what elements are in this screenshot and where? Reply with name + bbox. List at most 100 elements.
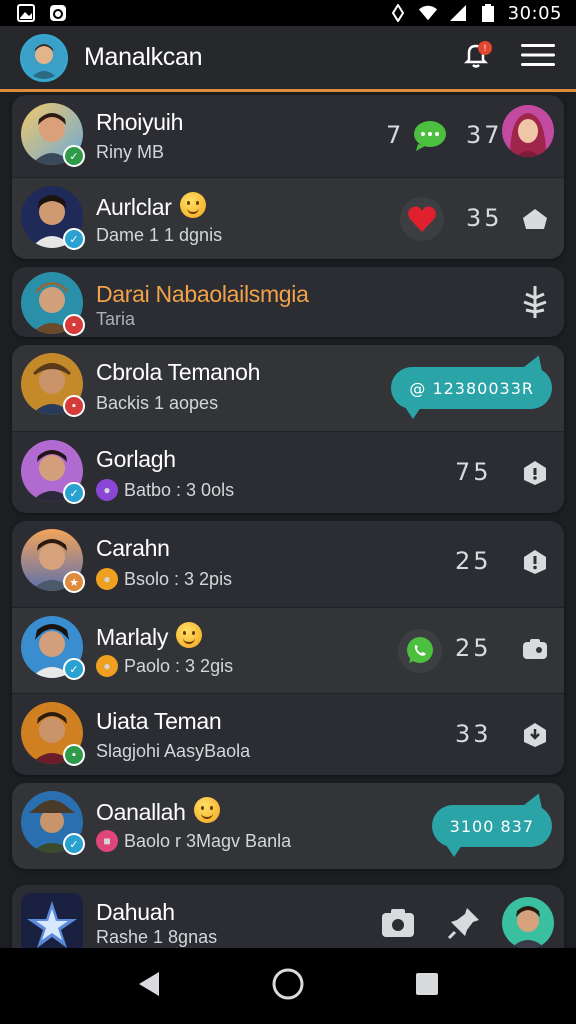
message-pill[interactable]: 3100 837 [431,805,552,857]
message-count: 25 [455,547,492,575]
avatar: ✓ [21,616,85,680]
avatar: ▪ [21,353,85,417]
contact-subtitle: ● Bsolo : 3 2pis [96,568,232,590]
home-button[interactable] [264,962,312,1010]
status-badge: ✓ [63,145,85,167]
status-emoji-icon: ● [96,568,118,590]
contact-subtitle: Riny MB [96,142,165,162]
back-icon [137,970,161,1003]
contact-subtitle: ■ Baolo r 3Magv Banla [96,830,291,852]
camera-icon[interactable] [376,901,420,945]
avatar: ★ [21,529,85,593]
smile-emoji-icon [179,192,206,218]
contact-list: ✓ Rhoiyuih Riny MB 7 37 ✓ Aurlclar Dame … [12,95,564,969]
avatar [21,893,83,955]
list-item[interactable]: ▪ Cbrola Temanoh Backis 1 aopes @ 123800… [12,345,564,431]
back-button[interactable] [125,962,173,1010]
message-count: 35 [466,204,503,232]
avatar: ▪ [21,702,85,766]
contact-name: Marlaly [96,622,203,651]
status-badge: ▪ [63,395,85,417]
gallery-icon [16,4,36,22]
smile-emoji-icon [193,797,220,823]
contact-subtitle: ● Paolo : 3 2gis [96,655,233,677]
tag-icon[interactable] [518,456,552,490]
status-emoji-icon: ● [96,655,118,677]
contact-name: Uiata Teman [96,708,222,734]
contact-name: Carahn [96,535,170,561]
contact-name: Rhoiyuih [96,109,184,135]
message-pill[interactable]: @ 12380033R [391,367,552,419]
contact-name: Dahuah [96,899,175,925]
status-badge: ✓ [63,228,85,250]
status-emoji-icon: ● [96,479,118,501]
pin-icon[interactable] [442,901,486,945]
unread-count: 7 [386,121,405,149]
status-badge: ✓ [63,482,85,504]
signal-icon [448,4,468,22]
list-item[interactable]: ✓ Oanallah ■ Baolo r 3Magv Banla 3100 837 [12,783,564,869]
navigation-bar [0,948,576,1024]
app-notification-icon [48,4,68,22]
contact-name: Gorlagh [96,446,176,472]
contact-group: ✓ Oanallah ■ Baolo r 3Magv Banla 3100 837 [12,783,564,869]
info-icon[interactable] [518,545,552,579]
contact-subtitle: Dame 1 1 dgnis [96,225,223,245]
contact-subtitle: Taria [96,309,136,329]
status-badge: ▪ [63,314,85,336]
contact-name: Darai Nabaolailsmgia [96,281,309,307]
list-item[interactable]: ✓ Marlaly ● Paolo : 3 2gis 25 [12,607,564,693]
list-item[interactable]: ▪ Darai Nabaolailsmgia Taria [12,267,564,337]
status-badge: ▪ [63,744,85,766]
camera-icon[interactable] [518,632,552,666]
recents-icon [415,972,439,1001]
contact-subtitle: Backis 1 aopes [96,393,219,413]
avatar: ✓ [21,186,85,250]
contact-group: ★ Carahn ● Bsolo : 3 2pis 25 ✓ Marlaly ● P… [12,521,564,775]
avatar-boy[interactable] [502,897,554,949]
message-count: 75 [455,458,492,486]
smile-emoji-icon [176,622,203,648]
status-bar: 30:05 [0,0,576,26]
status-badge: ✓ [63,833,85,855]
list-item[interactable]: ✓ Rhoiyuih Riny MB 7 37 [12,95,564,177]
home-icon[interactable] [518,202,552,236]
contact-name: Cbrola Temanoh [96,359,261,385]
status-time: 30:05 [507,2,562,24]
contact-group: ▪ Cbrola Temanoh Backis 1 aopes @ 123800… [12,345,564,513]
list-item[interactable]: ✓ Gorlagh ● Batbo : 3 0ols 75 [12,431,564,513]
menu-icon [521,43,555,72]
heart-icon[interactable] [400,197,444,241]
avatar: ✓ [21,440,85,504]
list-item[interactable]: ▪ Uiata Teman Slagjohi AasyBaola 33 [12,693,564,775]
contact-group: ▪ Darai Nabaolailsmgia Taria [12,267,564,337]
contact-subtitle: ● Batbo : 3 0ols [96,479,234,501]
battery-icon [478,4,498,22]
list-item[interactable]: ✓ Aurlclar Dame 1 1 dgnis 35 [12,177,564,259]
contact-subtitle: Rashe 1 8gnas [96,927,218,947]
menu-button[interactable] [518,38,558,78]
list-item[interactable]: ★ Carahn ● Bsolo : 3 2pis 25 [12,521,564,607]
recents-button[interactable] [403,962,451,1010]
app-title: Manalkcan [84,43,203,71]
chat-icon[interactable] [408,114,452,158]
gift-icon: ■ [96,830,118,852]
contact-name: Oanallah [96,797,220,826]
status-badge: ✓ [63,658,85,680]
avatar-girl[interactable] [502,105,554,157]
contact-subtitle: Slagjohi AasyBaola [96,741,251,761]
avatar: ✓ [21,791,85,855]
message-count: 37 [466,121,503,149]
message-count: 33 [455,720,492,748]
app-bar: Manalkcan ! [0,26,576,92]
notification-button[interactable]: ! [456,38,496,78]
vibrate-icon [388,4,408,22]
whatsapp-icon[interactable] [398,629,442,673]
contact-name: Aurlclar [96,192,206,221]
tree-icon[interactable] [518,285,552,319]
message-count: 25 [455,634,492,662]
avatar: ✓ [21,103,85,167]
notification-badge: ! [478,40,492,55]
download-icon[interactable] [518,718,552,752]
avatar[interactable] [20,33,68,82]
